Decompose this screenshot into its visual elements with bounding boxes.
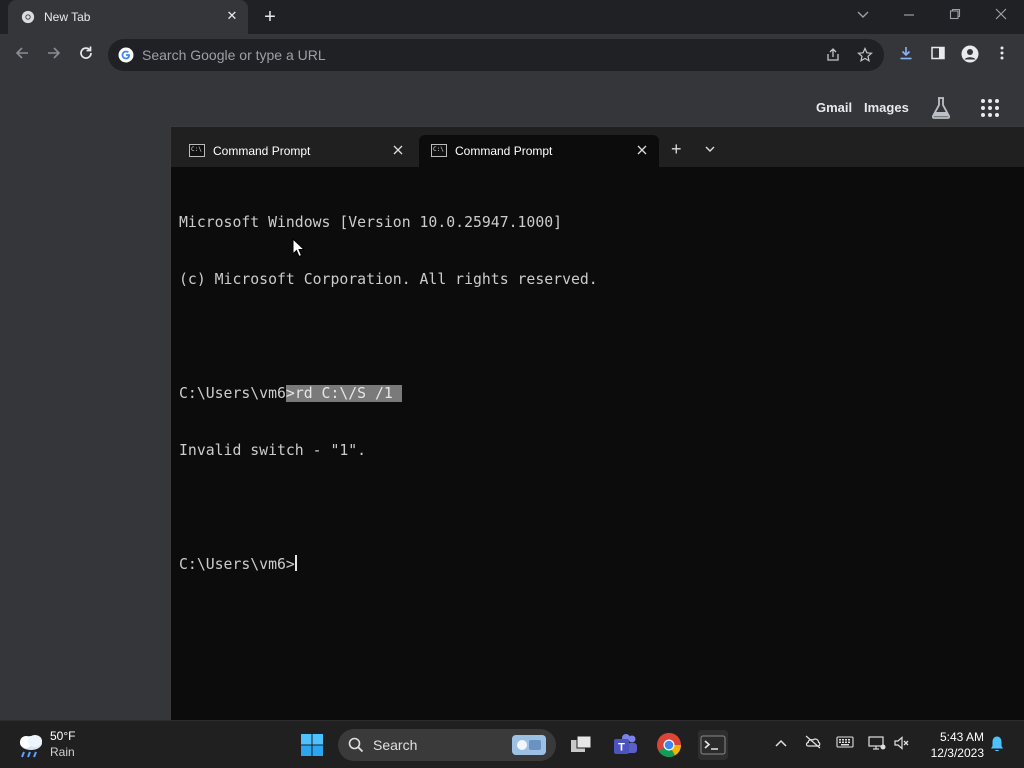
download-icon[interactable]: [896, 45, 916, 65]
search-icon: [348, 737, 364, 753]
taskbar-search-label: Search: [373, 737, 418, 753]
selected-command-text: >rd C:\/S /1: [285, 385, 402, 402]
close-tab-icon[interactable]: ✕: [224, 8, 240, 24]
minimize-icon[interactable]: [897, 6, 921, 24]
windows-start-icon[interactable]: [300, 733, 324, 757]
images-link[interactable]: Images: [864, 100, 909, 115]
taskbar-search-box[interactable]: Search: [338, 729, 556, 761]
text-caret: [294, 555, 297, 571]
new-tab-button[interactable]: +: [260, 7, 280, 27]
omnibox[interactable]: Search Google or type a URL: [108, 39, 884, 71]
svg-text:T: T: [618, 742, 625, 754]
terminal-tab-2[interactable]: C:\ Command Prompt: [419, 135, 659, 167]
mouse-pointer-icon: [292, 238, 306, 258]
network-icon[interactable]: [868, 735, 886, 753]
close-window-icon[interactable]: [989, 6, 1013, 24]
terminal-prompt: C:\Users\vm6: [179, 385, 286, 402]
weather-description: Rain: [50, 745, 75, 759]
volume-muted-icon[interactable]: [893, 735, 911, 753]
search-highlight-icon: [512, 735, 546, 755]
browser-toolbar: Search Google or type a URL: [0, 34, 1024, 76]
show-hidden-icons-chevron-icon[interactable]: [772, 735, 790, 753]
onedrive-off-icon[interactable]: [804, 735, 822, 753]
weather-rain-icon[interactable]: [16, 733, 46, 759]
teams-icon[interactable]: T: [610, 730, 640, 760]
back-arrow-icon[interactable]: [11, 44, 33, 66]
close-tab-icon[interactable]: [637, 142, 647, 158]
tab-search-chevron-icon[interactable]: [851, 6, 875, 24]
profile-icon[interactable]: [960, 45, 980, 65]
google-g-icon: [118, 47, 134, 63]
menu-kebab-icon[interactable]: [992, 45, 1012, 65]
browser-tab-new-tab[interactable]: New Tab ✕: [8, 0, 248, 34]
forward-arrow-icon[interactable]: [43, 44, 65, 66]
chrome-icon[interactable]: [654, 730, 684, 760]
clock-time: 5:43 AM: [939, 730, 984, 744]
terminal-tab-title: Command Prompt: [455, 144, 553, 158]
restore-icon[interactable]: [943, 6, 967, 24]
terminal-window: C:\ Command Prompt C:\ Command Prompt + …: [170, 126, 1024, 726]
omnibox-placeholder: Search Google or type a URL: [142, 47, 326, 63]
taskbar: 50°F Rain Search T 5:43 AM 12/3/2023: [0, 720, 1024, 768]
weather-temperature: 50°F: [50, 729, 76, 743]
terminal-tab-title: Command Prompt: [213, 144, 311, 158]
system-clock[interactable]: 5:43 AM 12/3/2023: [920, 729, 984, 761]
terminal-prompt: C:\Users\vm6>: [179, 556, 295, 573]
task-view-icon[interactable]: [566, 730, 596, 760]
terminal-dropdown-chevron-icon[interactable]: [703, 142, 717, 156]
labs-flask-icon[interactable]: [930, 96, 952, 120]
terminal-line: (c) Microsoft Corporation. All rights re…: [179, 271, 598, 288]
reload-icon[interactable]: [75, 44, 97, 66]
terminal-line: Invalid switch - "1".: [179, 442, 367, 459]
side-panel-icon[interactable]: [928, 45, 948, 65]
terminal-tab-bar: C:\ Command Prompt C:\ Command Prompt +: [171, 127, 1024, 167]
google-apps-grid-icon[interactable]: [980, 98, 1000, 118]
keyboard-icon[interactable]: [836, 735, 854, 753]
windows-terminal-icon[interactable]: [698, 730, 728, 760]
close-tab-icon[interactable]: [393, 142, 403, 158]
new-terminal-tab-button[interactable]: +: [671, 140, 682, 158]
terminal-line: C:\Users\vm6>rd C:\/S /1: [179, 384, 1019, 403]
star-icon[interactable]: [856, 47, 874, 65]
notification-bell-icon[interactable]: [988, 735, 1006, 753]
desktop: New Tab ✕ + Search Google or type a URL …: [0, 0, 1024, 768]
chrome-favicon-icon: [21, 10, 35, 24]
gmail-link[interactable]: Gmail: [816, 100, 852, 115]
clock-date: 12/3/2023: [930, 746, 984, 760]
share-icon[interactable]: [824, 47, 842, 65]
cmd-icon: C:\: [431, 144, 447, 157]
browser-tab-strip: New Tab ✕ +: [0, 0, 1024, 34]
terminal-tab-1[interactable]: C:\ Command Prompt: [177, 135, 415, 167]
browser-tab-title: New Tab: [44, 10, 91, 24]
cmd-icon: C:\: [189, 144, 205, 157]
terminal-line: Microsoft Windows [Version 10.0.25947.10…: [179, 214, 563, 231]
terminal-line: C:\Users\vm6>: [179, 555, 1019, 574]
